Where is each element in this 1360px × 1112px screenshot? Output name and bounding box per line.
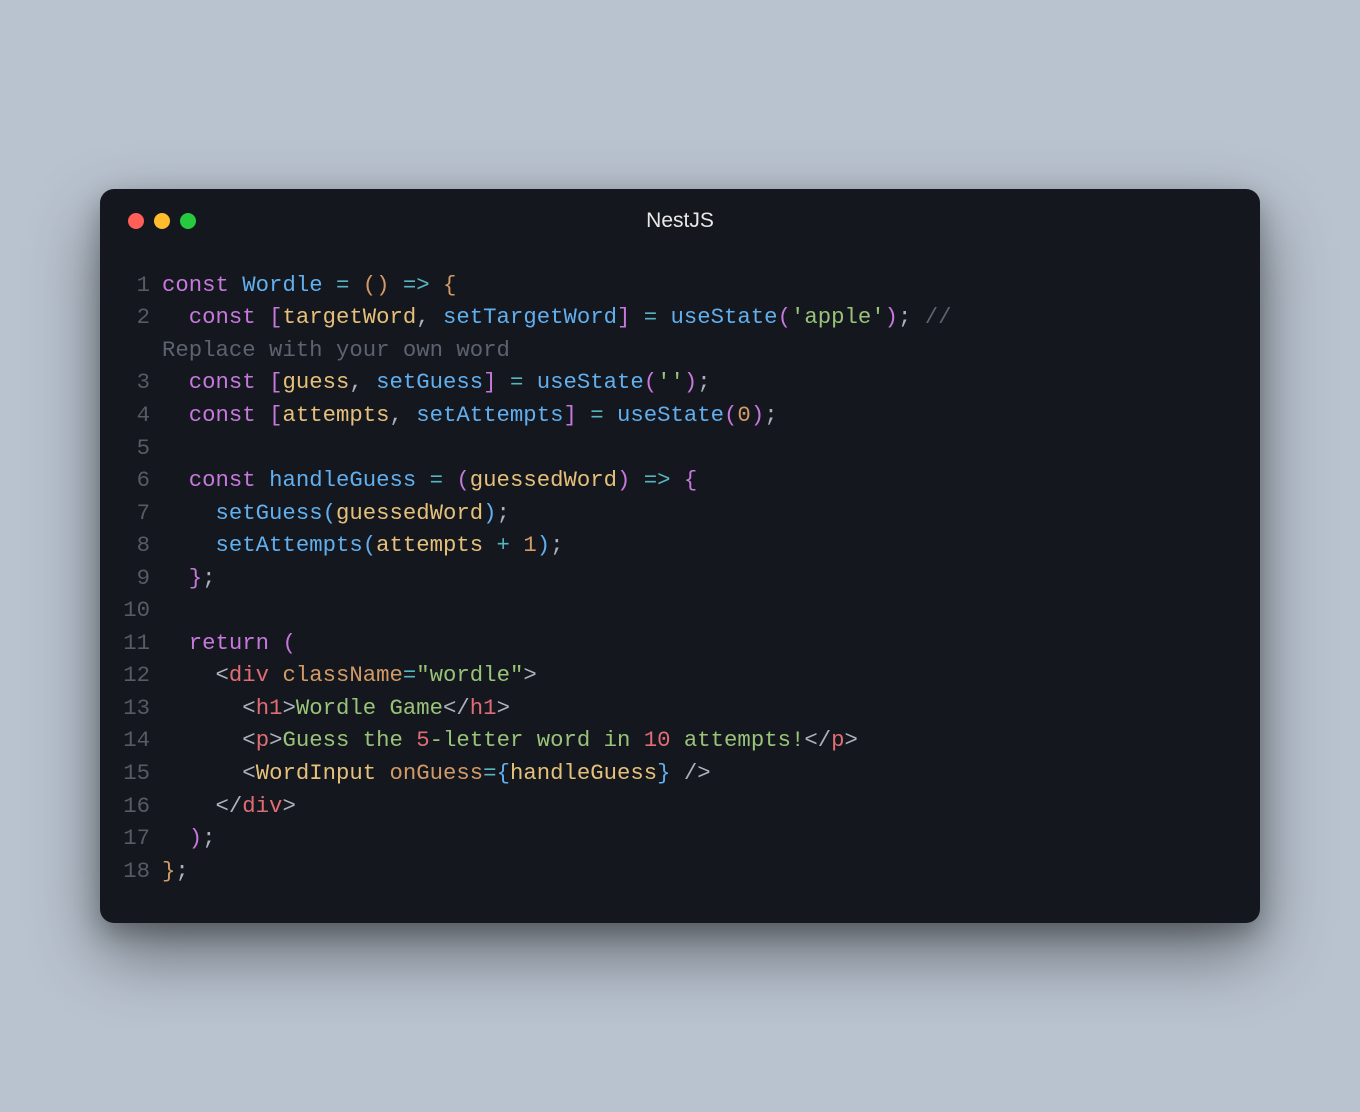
code-editor[interactable]: 1const Wordle = () => {2 const [targetWo…	[100, 255, 1260, 887]
code-line[interactable]: 4 const [attempts, setAttempts] = useSta…	[118, 399, 1232, 432]
code-window: NestJS 1const Wordle = () => {2 const [t…	[100, 189, 1260, 923]
line-source[interactable]: const Wordle = () => {	[162, 269, 1232, 302]
line-number: 18	[118, 855, 162, 888]
line-number: 12	[118, 659, 162, 692]
code-line[interactable]: 2 const [targetWord, setTargetWord] = us…	[118, 301, 1232, 334]
line-number: 5	[118, 432, 162, 465]
line-number: 8	[118, 529, 162, 562]
line-source[interactable]: <div className="wordle">	[162, 659, 1232, 692]
code-line[interactable]: 18};	[118, 855, 1232, 888]
line-number: 4	[118, 399, 162, 432]
code-line[interactable]: 3 const [guess, setGuess] = useState('')…	[118, 366, 1232, 399]
line-source[interactable]: setAttempts(attempts + 1);	[162, 529, 1232, 562]
line-number: 9	[118, 562, 162, 595]
code-line[interactable]: 17 );	[118, 822, 1232, 855]
line-number: 10	[118, 594, 162, 627]
line-source[interactable]: };	[162, 855, 1232, 888]
code-line[interactable]: 14 <p>Guess the 5-letter word in 10 atte…	[118, 724, 1232, 757]
window-dots	[128, 213, 196, 229]
line-source[interactable]: return (	[162, 627, 1232, 660]
code-line[interactable]: 11 return (	[118, 627, 1232, 660]
line-source[interactable]: const [attempts, setAttempts] = useState…	[162, 399, 1232, 432]
code-line[interactable]: 1const Wordle = () => {	[118, 269, 1232, 302]
code-line[interactable]: 9 };	[118, 562, 1232, 595]
line-number: 11	[118, 627, 162, 660]
line-number: 7	[118, 497, 162, 530]
code-line[interactable]: 10	[118, 594, 1232, 627]
line-source[interactable]	[162, 432, 1232, 465]
line-source[interactable]: const [guess, setGuess] = useState('');	[162, 366, 1232, 399]
code-line-wrap[interactable]: 2Replace with your own word	[118, 334, 1232, 367]
code-line[interactable]: 16 </div>	[118, 790, 1232, 823]
line-number: 13	[118, 692, 162, 725]
code-line[interactable]: 15 <WordInput onGuess={handleGuess} />	[118, 757, 1232, 790]
window-title: NestJS	[100, 209, 1260, 233]
code-line[interactable]: 13 <h1>Wordle Game</h1>	[118, 692, 1232, 725]
line-source[interactable]: Replace with your own word	[162, 334, 1232, 367]
close-icon[interactable]	[128, 213, 144, 229]
line-number: 1	[118, 269, 162, 302]
line-number: 17	[118, 822, 162, 855]
line-number: 16	[118, 790, 162, 823]
line-source[interactable]: const [targetWord, setTargetWord] = useS…	[162, 301, 1232, 334]
maximize-icon[interactable]	[180, 213, 196, 229]
line-number: 14	[118, 724, 162, 757]
line-source[interactable]: <p>Guess the 5-letter word in 10 attempt…	[162, 724, 1232, 757]
code-line[interactable]: 8 setAttempts(attempts + 1);	[118, 529, 1232, 562]
code-line[interactable]: 7 setGuess(guessedWord);	[118, 497, 1232, 530]
minimize-icon[interactable]	[154, 213, 170, 229]
line-number: 2	[118, 301, 162, 334]
code-line[interactable]: 12 <div className="wordle">	[118, 659, 1232, 692]
line-number: 6	[118, 464, 162, 497]
line-source[interactable]: <h1>Wordle Game</h1>	[162, 692, 1232, 725]
line-number: 3	[118, 366, 162, 399]
line-number: 15	[118, 757, 162, 790]
line-source[interactable]: const handleGuess = (guessedWord) => {	[162, 464, 1232, 497]
line-source[interactable]: setGuess(guessedWord);	[162, 497, 1232, 530]
titlebar: NestJS	[100, 213, 1260, 255]
line-source[interactable]	[162, 594, 1232, 627]
line-source[interactable]: );	[162, 822, 1232, 855]
line-source[interactable]: </div>	[162, 790, 1232, 823]
code-line[interactable]: 6 const handleGuess = (guessedWord) => {	[118, 464, 1232, 497]
line-source[interactable]: };	[162, 562, 1232, 595]
code-line[interactable]: 5	[118, 432, 1232, 465]
line-source[interactable]: <WordInput onGuess={handleGuess} />	[162, 757, 1232, 790]
